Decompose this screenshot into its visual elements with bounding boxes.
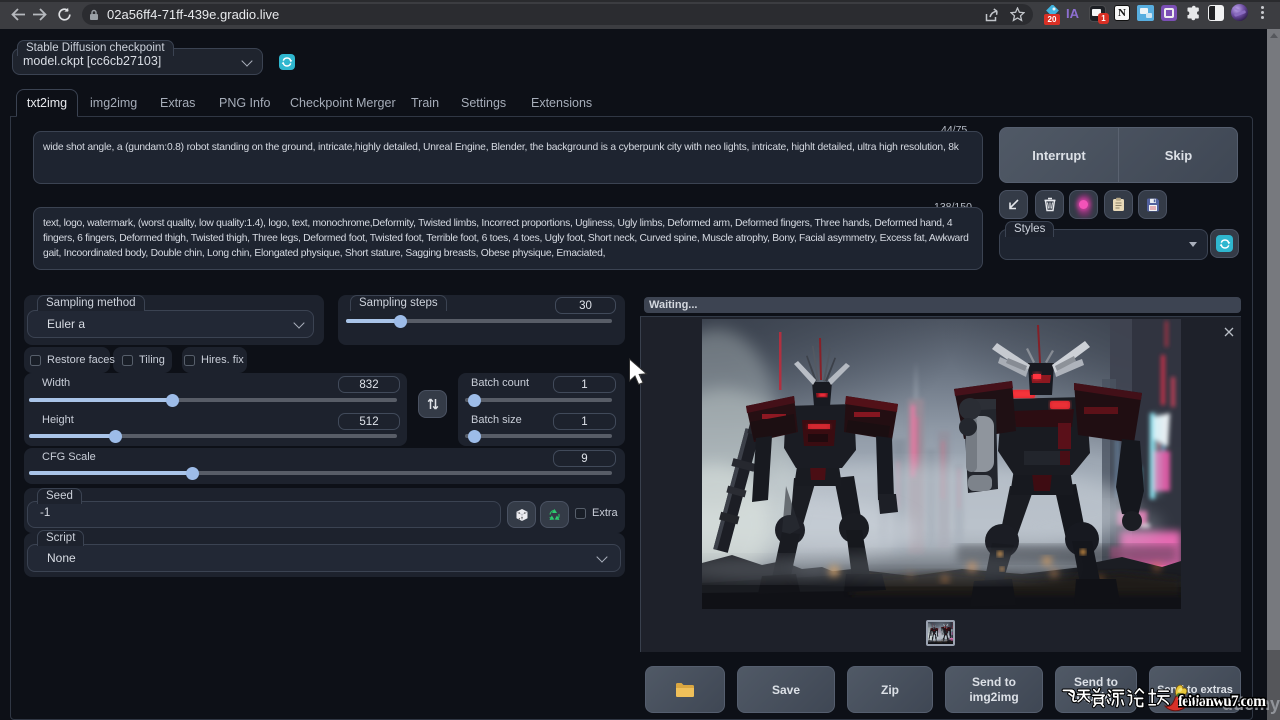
svg-text:feitianwu7.com: feitianwu7.com (1178, 693, 1266, 710)
